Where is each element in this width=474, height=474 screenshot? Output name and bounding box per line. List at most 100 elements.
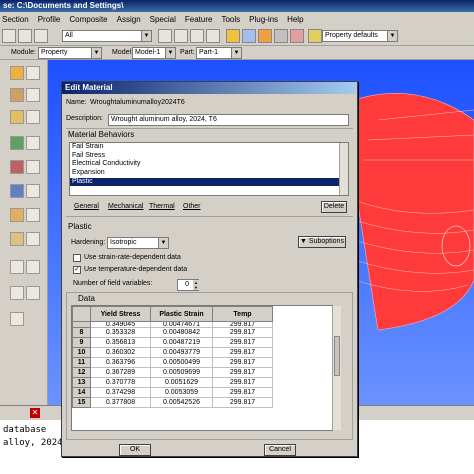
table-corner (72, 306, 91, 322)
column-header[interactable]: Yield Stress (90, 306, 151, 322)
render-icon[interactable] (290, 29, 304, 43)
table-row: 10 0.360302 0.00493779 299.817 (72, 347, 333, 358)
composite-icon[interactable] (10, 208, 24, 222)
table-row: 15 0.377808 0.00542526 299.817 (72, 397, 333, 408)
window-title-bar: se: C:\Documents and Settings\ (0, 0, 474, 12)
hardening-select[interactable]: Isotropic ▼ (107, 237, 169, 249)
dialog-title: Edit Material (62, 82, 357, 94)
box-icon[interactable] (158, 29, 172, 43)
section-icon[interactable] (10, 88, 24, 102)
column-header[interactable]: Temp (212, 306, 273, 322)
triad-icon[interactable] (10, 312, 24, 326)
manager-icon[interactable] (26, 232, 40, 246)
manager-icon[interactable] (26, 160, 40, 174)
render-icon[interactable] (242, 29, 256, 43)
menu-plugins[interactable]: Plug-ins (249, 15, 278, 24)
column-header-empty (272, 306, 332, 322)
profile-icon[interactable] (10, 110, 24, 124)
menu-thermal[interactable]: Thermal (149, 202, 175, 212)
render-icon[interactable] (258, 29, 272, 43)
pick-icon[interactable] (34, 29, 48, 43)
datum-icon[interactable] (26, 260, 40, 274)
selection-combo[interactable]: All ▼ (62, 30, 152, 42)
hardening-label: Hardening: (71, 239, 106, 246)
box-icon[interactable] (206, 29, 220, 43)
spinner-icon[interactable]: ▲ ▼ (193, 280, 199, 290)
menu-other[interactable]: Other (183, 202, 201, 212)
part-combo[interactable]: Part-1 ▼ (196, 47, 242, 59)
description-input[interactable]: Wrought aluminum alloy, 2024, T6 (108, 114, 349, 126)
chevron-down-icon: ▼ (91, 48, 101, 58)
delete-button[interactable]: Delete (321, 201, 347, 213)
manager-icon[interactable] (26, 208, 40, 222)
behaviors-list[interactable]: Fail Strain Fail Stress Electrical Condu… (69, 142, 349, 196)
list-item-selected[interactable]: Plastic (70, 177, 348, 187)
menu-section[interactable]: Section (2, 15, 29, 24)
color-combo[interactable]: Property defaults ▼ (322, 30, 398, 42)
arrows-icon[interactable] (2, 29, 16, 43)
list-item[interactable]: Fail Strain (70, 143, 348, 152)
name-label: Name: (66, 99, 87, 106)
table-row: 8 0.353328 0.00480842 299.817 (72, 327, 333, 338)
table-row: 14 0.374298 0.0053059 299.817 (72, 387, 333, 398)
description-label: Description: (66, 115, 103, 122)
menu-general[interactable]: General (74, 202, 99, 212)
model-combo[interactable]: Model-1 ▼ (132, 47, 176, 59)
list-item[interactable]: Electrical Conductivity (70, 160, 348, 169)
skin-icon[interactable] (10, 232, 24, 246)
chevron-down-icon: ▼ (300, 238, 309, 245)
list-item[interactable]: Fail Stress (70, 152, 348, 161)
render-icon[interactable] (226, 29, 240, 43)
module-combo[interactable]: Property ▼ (38, 47, 102, 59)
module-toolbox (0, 60, 48, 405)
chevron-down-icon: ▼ (231, 48, 241, 58)
color-code-icon[interactable] (308, 29, 322, 43)
menu-special[interactable]: Special (150, 15, 176, 24)
render-icon[interactable] (274, 29, 288, 43)
behaviors-scrollbar[interactable] (339, 143, 348, 195)
manager-icon[interactable] (26, 184, 40, 198)
temp-dependent-checkbox[interactable]: ✓ (73, 266, 81, 274)
assign-section-icon[interactable] (10, 136, 24, 150)
manager-icon[interactable] (26, 110, 40, 124)
box-icon[interactable] (190, 29, 204, 43)
field-vars-label: Number of field variables: (73, 280, 153, 287)
module-label: Module: (11, 49, 36, 56)
menu-composite[interactable]: Composite (69, 15, 107, 24)
axis-icon[interactable] (26, 286, 40, 300)
csys-icon[interactable] (10, 286, 24, 300)
temp-dependent-label: Use temperature-dependent data (84, 266, 188, 273)
close-icon[interactable]: ✕ (30, 408, 40, 418)
manager-icon[interactable] (26, 66, 40, 80)
menu-profile[interactable]: Profile (38, 15, 61, 24)
material-icon[interactable] (10, 66, 24, 80)
table-row: 9 0.356813 0.00487219 299.817 (72, 337, 333, 348)
menu-feature[interactable]: Feature (185, 15, 213, 24)
manager-icon[interactable] (26, 88, 40, 102)
data-heading: Data (78, 294, 95, 303)
ok-button[interactable]: OK (119, 444, 151, 456)
strain-rate-checkbox[interactable] (73, 254, 81, 262)
scrollbar-thumb[interactable] (334, 336, 340, 376)
suboptions-button[interactable]: ▼ Suboptions (298, 236, 346, 248)
orientation-icon[interactable] (10, 160, 24, 174)
edit-material-dialog: Edit Material Name: Wroughtaluminumalloy… (61, 81, 358, 457)
menu-tools[interactable]: Tools (221, 15, 240, 24)
manager-icon[interactable] (26, 136, 40, 150)
partition-icon[interactable] (10, 260, 24, 274)
grid-icon[interactable] (18, 29, 32, 43)
part-label: Part: (180, 49, 195, 56)
menu-help[interactable]: Help (287, 15, 303, 24)
behaviors-heading: Material Behaviors (68, 130, 135, 139)
box-icon[interactable] (174, 29, 188, 43)
data-table[interactable]: Yield Stress Plastic Strain Temp 0.34904… (71, 305, 333, 431)
beam-icon[interactable] (10, 184, 24, 198)
menu-assign[interactable]: Assign (117, 15, 141, 24)
plastic-heading: Plastic (68, 222, 92, 231)
column-header[interactable]: Plastic Strain (150, 306, 213, 322)
cancel-button[interactable]: Cancel (264, 444, 296, 456)
list-item[interactable]: Expansion (70, 169, 348, 178)
menu-mechanical[interactable]: Mechanical (108, 202, 143, 212)
data-scrollbar[interactable] (332, 306, 341, 430)
main-toolbar: All ▼ Property defaults ▼ (0, 26, 474, 46)
